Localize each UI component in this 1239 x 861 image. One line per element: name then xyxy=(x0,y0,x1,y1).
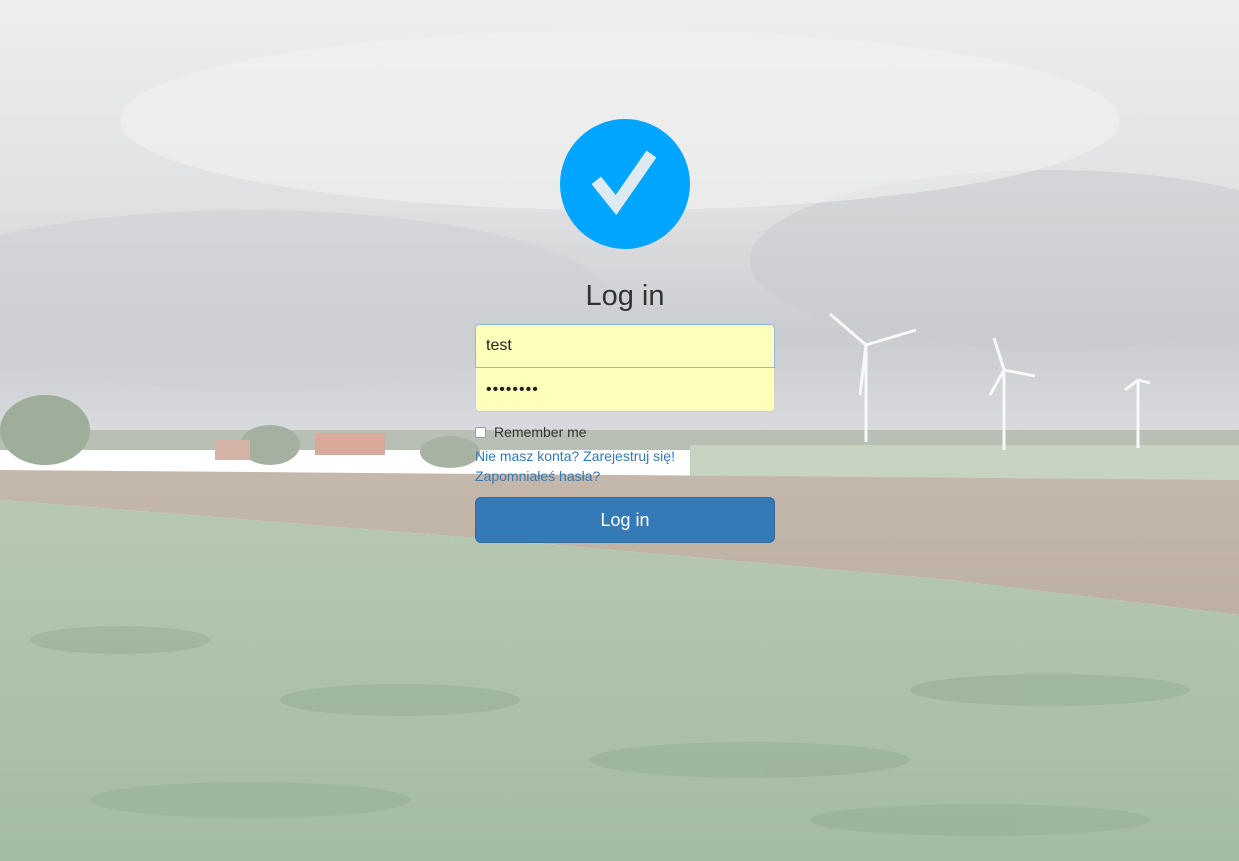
auth-links: Nie masz konta? Zarejestruj się! Zapomni… xyxy=(475,446,775,486)
checkmark-icon xyxy=(560,119,690,249)
remember-me-checkbox[interactable] xyxy=(475,426,486,438)
page-title: Log in xyxy=(585,280,665,312)
password-input[interactable] xyxy=(475,368,775,412)
username-input[interactable] xyxy=(475,324,775,368)
forgot-password-link[interactable]: Zapomniałeś hasła? xyxy=(475,466,775,486)
login-page: Log in Remember me Nie masz konta? Zarej… xyxy=(0,0,1239,861)
register-link[interactable]: Nie masz konta? Zarejestruj się! xyxy=(475,446,775,466)
login-button[interactable]: Log in xyxy=(475,497,775,543)
login-form: Log in Remember me Nie masz konta? Zarej… xyxy=(475,119,775,543)
remember-me-label: Remember me xyxy=(494,424,587,440)
remember-me[interactable]: Remember me xyxy=(475,424,775,440)
